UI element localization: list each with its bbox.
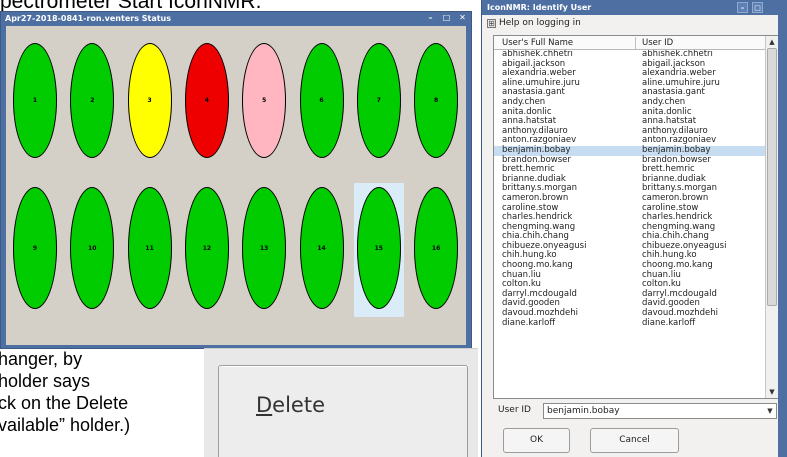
sample-number: 3 (147, 97, 152, 104)
sample-holder[interactable]: 7 (356, 43, 401, 158)
sample-slot[interactable]: 5 (239, 34, 289, 168)
scroll-down-icon[interactable]: ▼ (766, 386, 778, 398)
user-list-row[interactable]: diane.karloff diane.karloff (494, 317, 766, 329)
document-line: vailable” holder.) (0, 415, 131, 435)
screenshot-collage: pectrometer Start IconNMR. Apr27-2018-08… (0, 0, 787, 457)
user-full-name: diane.karloff (502, 317, 556, 328)
sample-slot[interactable]: 9 (10, 183, 60, 317)
dialog-title: IconNMR: Identify User (487, 3, 592, 12)
user-id-cell: diane.karloff (642, 317, 696, 328)
help-expander[interactable]: ⊞ Help on logging in (487, 18, 581, 28)
sample-number: 13 (260, 244, 269, 252)
sample-holder[interactable]: 12 (184, 187, 229, 309)
scrollbar-thumb[interactable] (767, 48, 777, 306)
minimize-icon[interactable]: – (425, 13, 436, 23)
sample-holder[interactable]: 15 (356, 187, 401, 309)
sample-number: 9 (32, 244, 38, 252)
sample-number: 11 (145, 244, 154, 252)
sample-slot[interactable]: 3 (125, 34, 175, 168)
identify-user-dialog: IconNMR: Identify User – □ ⊞ Help on log… (481, 0, 787, 457)
status-window-title: Apr27-2018-0841-ron.venters Status (5, 14, 172, 23)
maximize-icon[interactable]: □ (441, 13, 452, 23)
sample-holder[interactable]: 16 (414, 187, 459, 309)
expand-icon[interactable]: ⊞ (487, 18, 496, 28)
sample-number: 2 (90, 97, 95, 104)
delete-button[interactable]: Delete (218, 365, 468, 457)
delete-button-label: Delete (256, 393, 325, 417)
sample-holder[interactable]: 10 (70, 187, 115, 309)
sample-number: 15 (374, 244, 383, 252)
sample-holder[interactable]: 5 (242, 43, 287, 158)
sample-slot[interactable]: 2 (67, 34, 117, 168)
sample-slot[interactable]: 4 (182, 34, 232, 168)
sample-slot[interactable]: 16 (411, 183, 461, 317)
scroll-up-icon[interactable]: ▲ (766, 36, 778, 48)
close-icon[interactable]: ✕ (457, 13, 468, 23)
help-label: Help on logging in (499, 18, 581, 28)
sample-slot[interactable]: 1 (10, 34, 60, 168)
sample-number: 10 (88, 244, 97, 252)
sample-holder[interactable]: 8 (414, 43, 459, 158)
cancel-button[interactable]: Cancel (590, 428, 679, 453)
sample-holder[interactable]: 4 (184, 43, 229, 158)
sample-holder[interactable]: 6 (299, 43, 344, 158)
sample-slot[interactable]: 12 (182, 183, 232, 317)
document-line: hanger, by (0, 349, 83, 369)
minimize-icon[interactable]: – (737, 2, 748, 13)
sample-number: 7 (376, 97, 381, 104)
sample-slot[interactable]: 14 (297, 183, 347, 317)
column-separator (635, 37, 636, 49)
user-id-label: User ID (498, 405, 531, 415)
dialog-titlebar: IconNMR: Identify User – □ (482, 0, 787, 15)
maximize-icon[interactable]: □ (752, 2, 763, 13)
column-header-full-name[interactable]: User's Full Name (502, 38, 573, 48)
document-line: ck on the Delete (0, 393, 129, 413)
document-body-text: hanger, by holder says ck on the Delete … (0, 348, 130, 436)
status-window-titlebar: Apr27-2018-0841-ron.venters Status – □ ✕ (1, 12, 471, 25)
sample-number: 6 (319, 97, 324, 104)
sample-number: 8 (434, 97, 439, 104)
sample-number: 1 (32, 97, 38, 104)
sample-holder[interactable]: 2 (70, 43, 115, 158)
user-list-header: User's Full Name User ID (494, 36, 766, 50)
sample-slot[interactable]: 6 (297, 34, 347, 168)
sample-slot[interactable]: 15 (353, 183, 404, 317)
chevron-down-icon[interactable]: ▼ (765, 404, 775, 418)
sample-holder[interactable]: 1 (13, 43, 57, 158)
sample-holder[interactable]: 3 (127, 43, 172, 158)
sample-holder[interactable]: 9 (13, 187, 57, 309)
sample-holder[interactable]: 13 (242, 187, 287, 309)
column-header-user-id[interactable]: User ID (642, 38, 673, 48)
sample-number: 4 (204, 97, 209, 104)
sample-slot[interactable]: 13 (239, 183, 289, 317)
sample-slot[interactable]: 11 (125, 183, 175, 317)
sample-changer-grid: 1 2 3 4 5 6 7 8 9 10 11 12 13 14 15 16 (6, 26, 466, 345)
background-window-edge (778, 0, 787, 457)
sample-holder[interactable]: 11 (127, 187, 172, 309)
sample-holder[interactable]: 14 (299, 187, 344, 309)
sample-slot[interactable]: 7 (354, 34, 404, 168)
user-id-combobox[interactable]: benjamin.bobay ▼ (543, 403, 777, 419)
sample-slot[interactable]: 10 (67, 183, 117, 317)
sample-number: 5 (262, 97, 267, 104)
ok-button[interactable]: OK (503, 428, 570, 453)
list-scrollbar[interactable]: ▲ ▼ (765, 36, 778, 398)
sample-number: 12 (202, 244, 212, 252)
user-id-value: benjamin.bobay (547, 406, 620, 416)
user-list-rows: abhishek.chhetri abhishek.chhetri abigail.… (494, 50, 766, 398)
status-window: Apr27-2018-0841-ron.venters Status – □ ✕… (0, 11, 472, 349)
sample-number: 14 (317, 244, 326, 252)
document-line: holder says (0, 371, 91, 391)
sample-slot[interactable]: 8 (411, 34, 461, 168)
delete-button-crop: Delete (204, 348, 478, 457)
user-list[interactable]: User's Full Name User ID abhishek.chhetr… (493, 35, 779, 399)
sample-number: 16 (431, 244, 441, 252)
